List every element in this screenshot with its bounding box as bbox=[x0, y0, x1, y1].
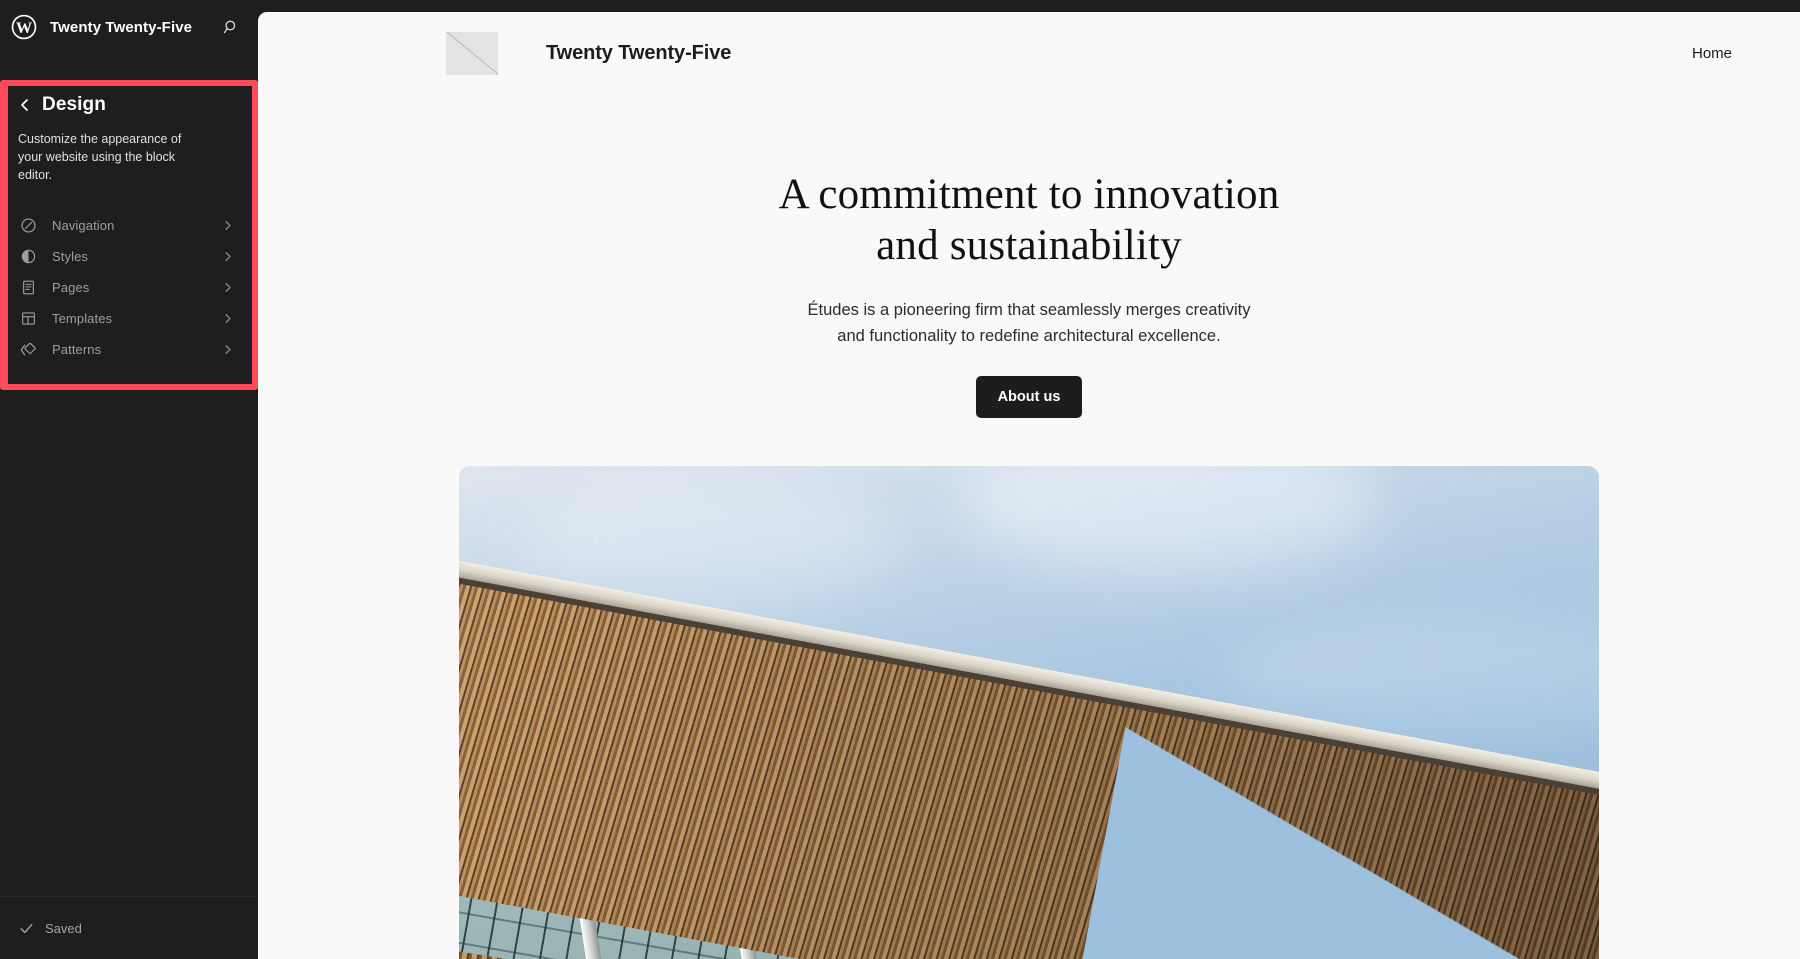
chevron-right-icon bbox=[222, 282, 234, 294]
search-icon[interactable] bbox=[216, 12, 246, 42]
site-editor-window: W Twenty Twenty-Five Design Customize th… bbox=[0, 0, 1800, 959]
chevron-right-icon bbox=[222, 344, 234, 356]
cloud-shape bbox=[959, 465, 1379, 576]
design-nav-list: Navigation Styles Pages Templates Patter… bbox=[18, 210, 234, 365]
hero-section: A commitment to innovation and sustainab… bbox=[258, 94, 1800, 959]
hero-title: A commitment to innovation and sustainab… bbox=[258, 170, 1800, 271]
sidebar-item-label: Styles bbox=[52, 249, 89, 265]
preview-site-nav: Home bbox=[1692, 45, 1732, 62]
editor-sidebar: W Twenty Twenty-Five Design Customize th… bbox=[0, 0, 258, 959]
sidebar-item-navigation[interactable]: Navigation bbox=[18, 210, 234, 241]
navigation-icon bbox=[18, 216, 38, 236]
panel-description: Customize the appearance of your website… bbox=[18, 132, 182, 183]
sidebar-item-label: Templates bbox=[52, 311, 113, 327]
chevron-left-icon[interactable] bbox=[18, 95, 32, 115]
about-us-button[interactable]: About us bbox=[975, 375, 1083, 418]
sidebar-item-label: Patterns bbox=[52, 342, 102, 358]
panel-title: Design bbox=[42, 94, 106, 115]
sidebar-item-label: Pages bbox=[52, 280, 90, 296]
preview-site-title: Twenty Twenty-Five bbox=[546, 41, 732, 64]
chevron-right-icon bbox=[222, 251, 234, 263]
wordpress-logo-icon[interactable]: W bbox=[10, 13, 38, 41]
svg-text:W: W bbox=[16, 19, 32, 37]
templates-layout-icon bbox=[18, 309, 38, 329]
hero-subtitle: Études is a pioneering firm that seamles… bbox=[807, 301, 1251, 346]
sidebar-topbar: W Twenty Twenty-Five bbox=[0, 0, 258, 54]
hero-title-line-2: and sustainability bbox=[876, 221, 1182, 269]
site-preview-canvas[interactable]: Twenty Twenty-Five Home A commitment to … bbox=[258, 12, 1800, 959]
editor-site-title: Twenty Twenty-Five bbox=[50, 18, 193, 36]
sidebar-item-styles[interactable]: Styles bbox=[18, 241, 234, 272]
nav-link-home[interactable]: Home bbox=[1692, 45, 1732, 62]
styles-contrast-icon bbox=[18, 247, 38, 267]
chevron-right-icon bbox=[222, 313, 234, 325]
pages-document-icon bbox=[18, 278, 38, 298]
site-logo-placeholder-icon[interactable] bbox=[446, 31, 498, 75]
chevron-right-icon bbox=[222, 220, 234, 232]
patterns-diamond-icon bbox=[18, 340, 38, 360]
preview-site-header: Twenty Twenty-Five Home bbox=[258, 12, 1800, 94]
design-panel: Design Customize the appearance of your … bbox=[0, 80, 258, 390]
sidebar-footer: Saved bbox=[0, 896, 258, 959]
hero-architecture-photo bbox=[459, 465, 1599, 959]
sidebar-item-patterns[interactable]: Patterns bbox=[18, 334, 234, 365]
check-icon bbox=[17, 919, 35, 937]
sidebar-item-pages[interactable]: Pages bbox=[18, 272, 234, 303]
hero-title-line-1: A commitment to innovation bbox=[778, 171, 1280, 218]
sidebar-item-label: Navigation bbox=[52, 218, 115, 234]
sidebar-item-templates[interactable]: Templates bbox=[18, 303, 234, 334]
panel-header: Design bbox=[18, 94, 234, 116]
save-status-label: Saved bbox=[45, 920, 82, 936]
